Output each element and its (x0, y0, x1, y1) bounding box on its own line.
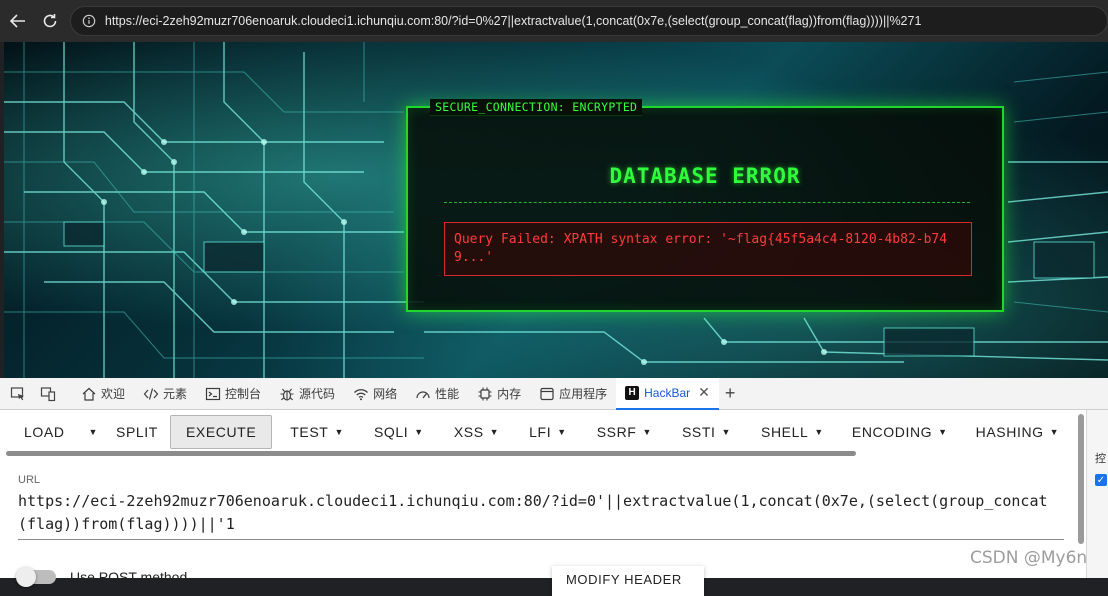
tab-label: 源代码 (299, 387, 336, 401)
modify-header-button[interactable]: MODIFY HEADER (552, 566, 704, 596)
button-label: SQLI (373, 424, 409, 440)
ssrf-menu[interactable]: SSRF ▼ (585, 415, 664, 449)
tab-hackbar[interactable]: H HackBar ✕ (616, 377, 719, 410)
button-label: LFI (529, 424, 552, 440)
caret-down-icon: ▼ (334, 427, 344, 437)
button-label: LOAD (24, 424, 65, 440)
caret-down-icon: ▼ (938, 427, 948, 437)
button-label: SPLIT (116, 424, 158, 440)
post-method-label: Use POST method (70, 569, 188, 585)
tab-memory[interactable]: 内存 (468, 378, 530, 410)
tab-label: 控制台 (225, 387, 262, 401)
tab-label: 内存 (497, 387, 522, 401)
button-label: SSRF (596, 424, 637, 440)
caret-down-icon: ▼ (721, 427, 732, 437)
button-label: EXECUTE (185, 424, 257, 440)
caret-down-icon: ▼ (642, 427, 652, 437)
encoding-menu[interactable]: ENCODING ▼ (840, 415, 960, 449)
tab-console[interactable]: 控制台 (196, 378, 270, 410)
watermark: CSDN @My6n (970, 548, 1088, 568)
url-textarea[interactable]: https://eci-2zeh92muzr706enoaruk.cloudec… (18, 490, 1064, 540)
button-label: HASHING (975, 424, 1044, 440)
devtools-panel: 欢迎 元素 控制台 源代码 网络 性能 内存 应用程序 H HackBar ✕ … (0, 377, 1108, 596)
back-button[interactable] (2, 5, 34, 37)
button-label: SHELL (761, 424, 809, 440)
hackbar-vertical-scrollbar[interactable] (1078, 414, 1084, 544)
site-info-icon[interactable] (81, 13, 97, 29)
xss-menu[interactable]: XSS ▼ (442, 415, 511, 449)
error-title: DATABASE ERROR (609, 164, 801, 188)
divider (444, 202, 970, 203)
caret-down-icon: ▼ (557, 427, 567, 437)
app-icon (539, 386, 555, 402)
error-message: Query Failed: XPATH syntax error: '~flag… (444, 222, 972, 276)
execute-button[interactable]: EXECUTE (169, 415, 273, 449)
arrow-left-icon (9, 14, 25, 28)
toolbar-horizontal-scrollbar[interactable] (6, 451, 856, 456)
error-panel: SECURE_CONNECTION: ENCRYPTED DATABASE ER… (406, 99, 1004, 312)
button-label: XSS (453, 424, 484, 440)
tab-elements[interactable]: 元素 (134, 378, 196, 410)
reload-button[interactable] (34, 5, 66, 37)
tab-label: 欢迎 (101, 387, 126, 401)
tab-label: 网络 (373, 387, 398, 401)
hashing-menu[interactable]: HASHING ▼ (964, 415, 1072, 449)
console-icon (205, 386, 221, 402)
side-panel: 控 ✓ (1086, 410, 1108, 578)
address-bar[interactable]: https://eci-2zeh92muzr706enoaruk.cloudec… (69, 6, 1108, 36)
caret-down-icon: ▼ (414, 427, 424, 437)
tab-performance[interactable]: 性能 (406, 378, 468, 410)
device-icon (40, 386, 56, 401)
load-button[interactable]: LOAD (12, 415, 77, 449)
caret-down-icon: ▼ (814, 427, 824, 437)
button-label: ENCODING (851, 424, 933, 440)
close-icon[interactable]: ✕ (698, 384, 710, 401)
add-tab-icon[interactable]: + (725, 383, 736, 404)
device-toolbar-button[interactable] (36, 382, 60, 406)
tab-label: 应用程序 (559, 387, 608, 401)
code-icon (143, 386, 159, 402)
tab-sources[interactable]: 源代码 (270, 378, 344, 410)
caret-down-icon: ▼ (88, 427, 99, 437)
page-viewport: SECURE_CONNECTION: ENCRYPTED DATABASE ER… (4, 42, 1108, 378)
lfi-menu[interactable]: LFI ▼ (517, 415, 579, 449)
caret-down-icon: ▼ (1049, 427, 1060, 437)
hackbar-logo-icon: H (625, 385, 640, 400)
tab-label: HackBar (644, 385, 691, 400)
inspect-icon (10, 386, 24, 400)
address-text: https://eci-2zeh92muzr706enoaruk.cloudec… (104, 14, 922, 28)
test-menu[interactable]: TEST ▼ (278, 415, 356, 449)
inspect-element-button[interactable] (6, 382, 30, 406)
post-method-row: Use POST method (16, 567, 418, 587)
tab-network[interactable]: 网络 (344, 378, 406, 410)
chip-icon (477, 386, 493, 402)
post-method-toggle[interactable] (16, 567, 56, 587)
ssti-menu[interactable]: SSTI ▼ (670, 415, 743, 449)
button-label: TEST (290, 424, 329, 440)
tab-label: 元素 (163, 387, 188, 401)
button-label: SSTI (681, 424, 716, 440)
sqli-menu[interactable]: SQLI ▼ (362, 415, 436, 449)
browser-toolbar: https://eci-2zeh92muzr706enoaruk.cloudec… (0, 0, 1108, 42)
tab-label: 性能 (435, 387, 460, 401)
split-button[interactable]: SPLIT (104, 415, 170, 449)
shell-menu[interactable]: SHELL ▼ (749, 415, 836, 449)
side-panel-label: 控 (1095, 453, 1106, 465)
side-checkbox[interactable]: ✓ (1095, 474, 1107, 486)
hackbar-toolbar: LOAD ▼ SPLIT EXECUTE TEST ▼ SQLI ▼ XSS ▼ LF… (0, 410, 1084, 454)
wifi-icon (353, 386, 369, 402)
caret-down-icon: ▼ (489, 427, 500, 437)
load-menu-button[interactable]: ▼ (77, 415, 105, 449)
bug-icon (279, 386, 295, 402)
connection-tag: SECURE_CONNECTION: ENCRYPTED (430, 99, 643, 116)
url-label: URL (18, 474, 41, 486)
tab-welcome[interactable]: 欢迎 (72, 378, 134, 410)
tab-application[interactable]: 应用程序 (530, 378, 616, 410)
gauge-icon (415, 386, 431, 402)
home-icon (81, 386, 97, 402)
devtools-tab-bar: 欢迎 元素 控制台 源代码 网络 性能 内存 应用程序 H HackBar ✕ … (0, 377, 1108, 410)
reload-icon (43, 14, 57, 28)
